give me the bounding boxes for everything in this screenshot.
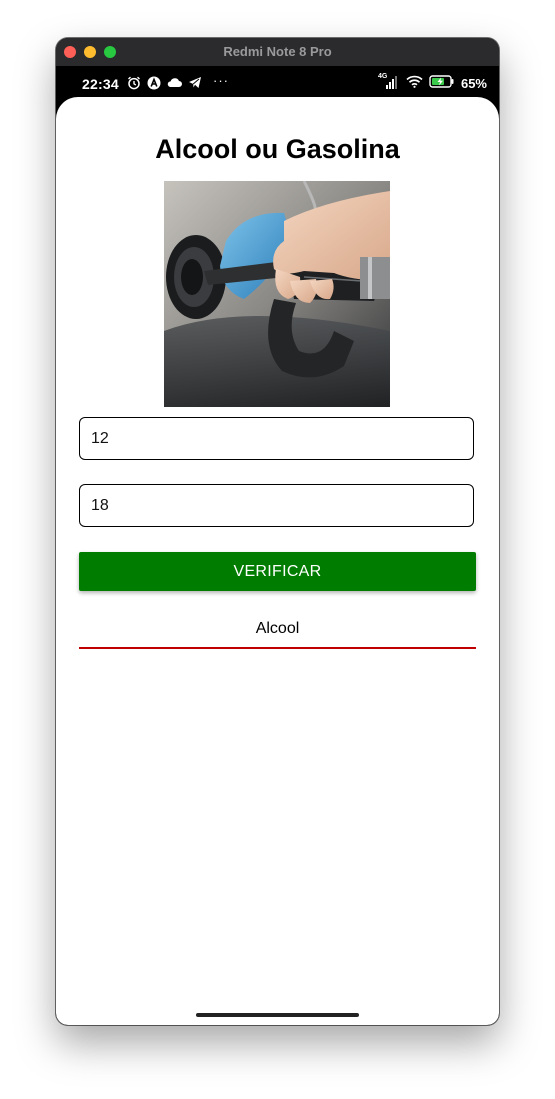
status-time: 22:34 (82, 76, 119, 92)
wifi-icon (406, 75, 423, 91)
emulator-window: Redmi Note 8 Pro 22:34 ··· 4G 65% Alcool… (56, 38, 499, 1025)
more-dots-icon: ··· (213, 73, 229, 88)
telegram-icon (188, 76, 202, 93)
verify-button[interactable]: VERIFICAR (79, 552, 476, 591)
gasolina-price-input[interactable] (80, 485, 473, 526)
cloud-icon (167, 76, 182, 92)
fuel-pump-nozzle-photo (164, 181, 390, 407)
window-titlebar: Redmi Note 8 Pro (56, 38, 499, 67)
signal-icon: 4G (378, 73, 400, 90)
alarm-icon (127, 76, 141, 94)
battery-percent: 65% (460, 75, 487, 91)
alcool-price-field[interactable] (79, 417, 474, 460)
result-text: Alcool (255, 620, 300, 637)
home-indicator[interactable] (196, 1013, 359, 1017)
app-a-icon (147, 76, 161, 94)
status-right-group: 4G 65% (378, 73, 487, 91)
gasolina-price-field[interactable] (79, 484, 474, 527)
result-underline (79, 647, 476, 649)
stage: Redmi Note 8 Pro 22:34 ··· 4G 65% Alcool… (0, 0, 555, 1099)
battery-charging-icon (429, 75, 455, 91)
window-title: Redmi Note 8 Pro (223, 44, 332, 59)
app-screen: Alcool ou Gasolina 12 18 VERIFICAR Alcoo… (56, 97, 499, 1025)
page-title: Alcool ou Gasolina (155, 134, 400, 164)
alcool-price-input[interactable] (80, 418, 473, 459)
